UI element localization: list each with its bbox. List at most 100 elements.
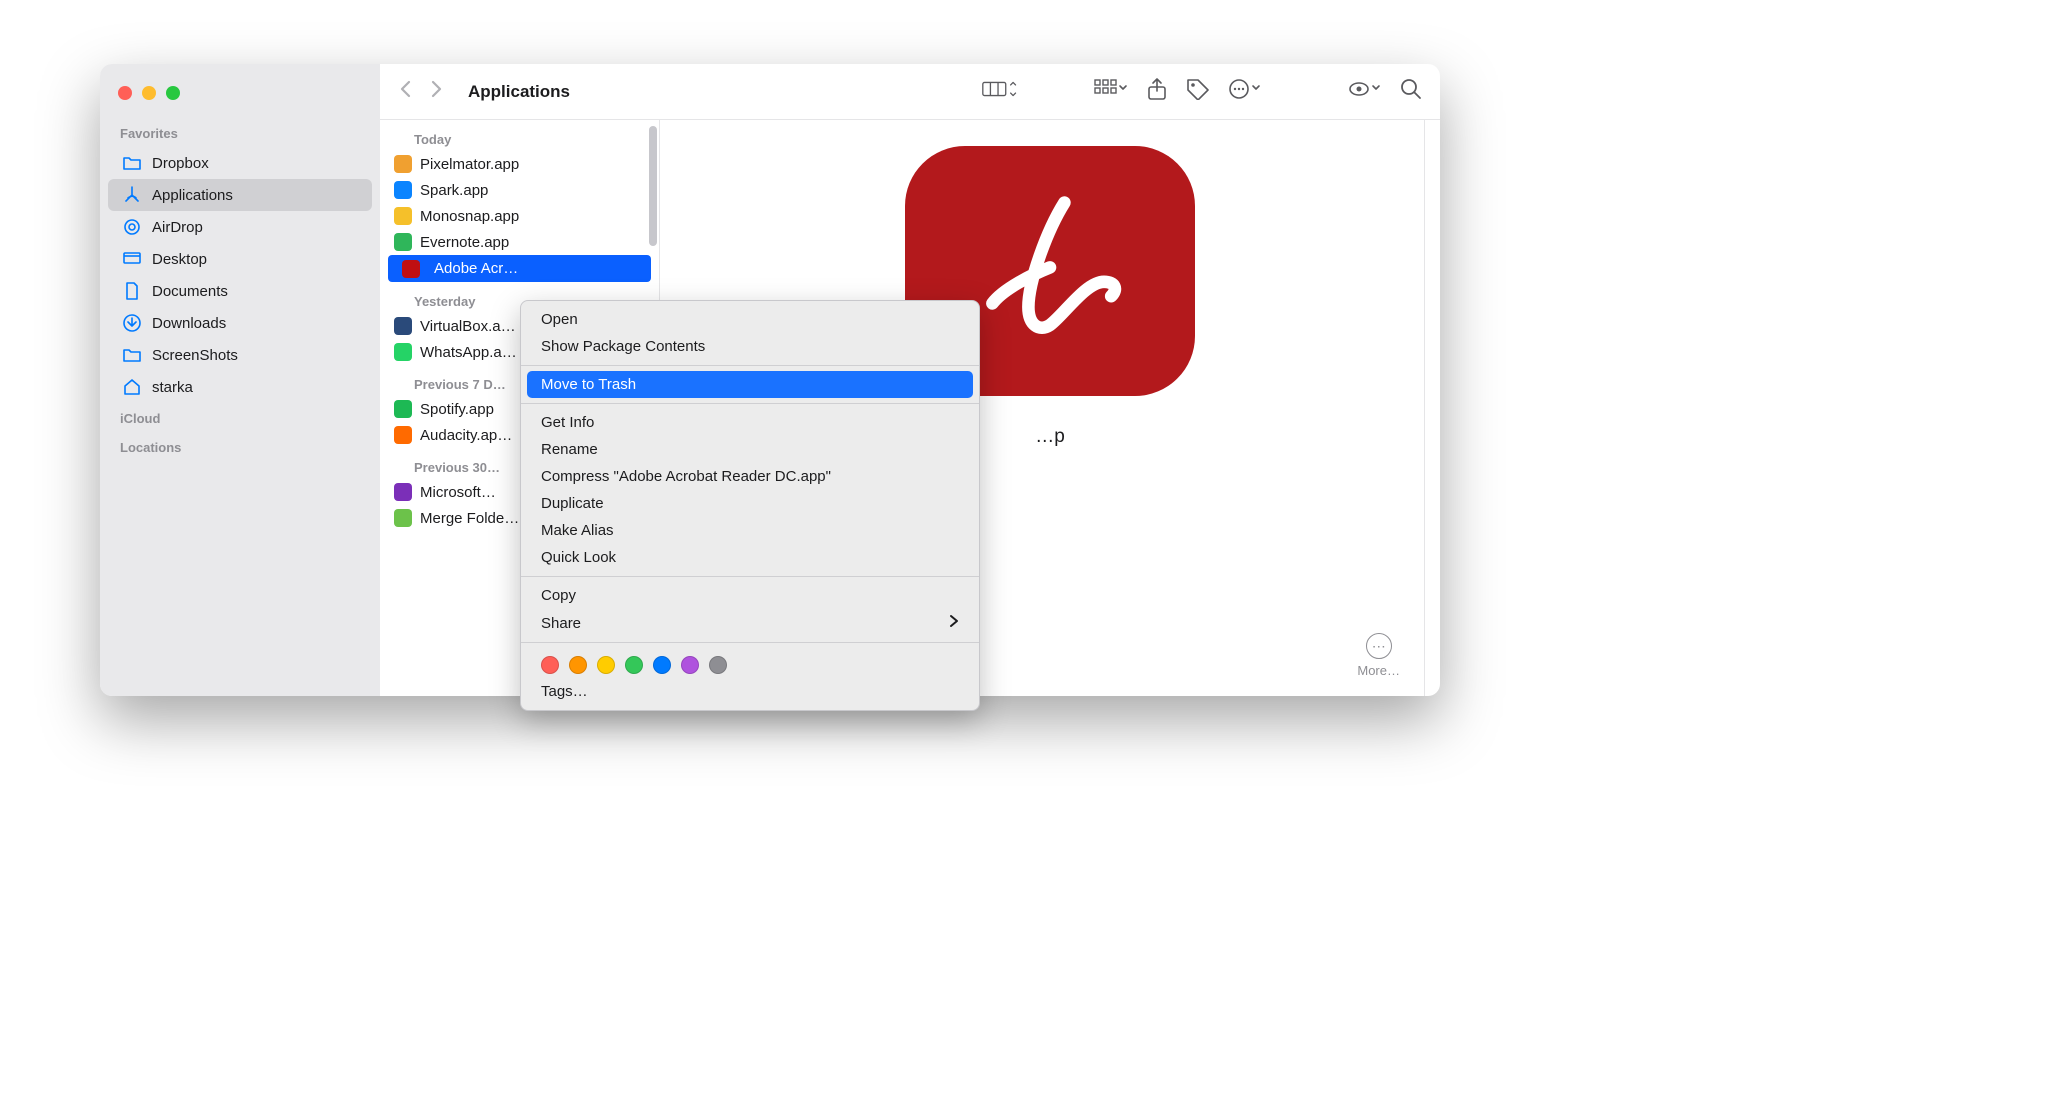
window-controls	[100, 76, 380, 118]
menu-item-label: Move to Trash	[541, 376, 636, 393]
file-item[interactable]: Spark.app	[380, 177, 659, 203]
menu-item-show-package-contents[interactable]: Show Package Contents	[521, 333, 979, 360]
app-icon	[394, 426, 412, 444]
file-name: Spotify.app	[420, 401, 494, 418]
menu-item-share[interactable]: Share	[521, 609, 979, 637]
menu-item-get-info[interactable]: Get Info	[521, 409, 979, 436]
file-item[interactable]: Adobe Acr…	[388, 255, 651, 282]
actions-icon[interactable]	[1228, 78, 1262, 105]
file-item[interactable]: Monosnap.app	[380, 203, 659, 229]
app-icon	[394, 155, 412, 173]
more-button[interactable]: ⋯ More…	[1357, 633, 1400, 678]
app-icon	[394, 181, 412, 199]
menu-item-label: Duplicate	[541, 495, 604, 512]
chevron-right-icon	[949, 614, 959, 632]
menu-item-compress-adobe-acrobat-reader-dc-app[interactable]: Compress "Adobe Acrobat Reader DC.app"	[521, 463, 979, 490]
tag-color[interactable]	[541, 656, 559, 674]
file-item[interactable]: Evernote.app	[380, 229, 659, 255]
menu-item-copy[interactable]: Copy	[521, 582, 979, 609]
app-icon	[402, 260, 420, 278]
menu-item-duplicate[interactable]: Duplicate	[521, 490, 979, 517]
file-name: WhatsApp.a…	[420, 344, 517, 361]
context-menu: Open Show Package Contents Move to Trash Ge…	[520, 300, 980, 711]
menu-item-label: Make Alias	[541, 522, 614, 539]
menu-item-quick-look[interactable]: Quick Look	[521, 544, 979, 571]
menu-separator	[521, 576, 979, 577]
desktop-icon	[122, 249, 142, 269]
file-group-label: Today	[380, 120, 659, 151]
file-name: Adobe Acr…	[428, 259, 524, 278]
menu-item-rename[interactable]: Rename	[521, 436, 979, 463]
menu-item-tags[interactable]: Tags…	[521, 678, 979, 705]
scrollbar-thumb[interactable]	[649, 126, 657, 246]
home-icon	[122, 377, 142, 397]
toolbar: Applications	[380, 64, 1440, 120]
sidebar-item-downloads[interactable]: Downloads	[108, 307, 372, 339]
file-item[interactable]: Pixelmator.app	[380, 151, 659, 177]
file-name: Spark.app	[420, 182, 488, 199]
menu-item-label: Compress "Adobe Acrobat Reader DC.app"	[541, 468, 831, 485]
menu-item-open[interactable]: Open	[521, 306, 979, 333]
menu-item-make-alias[interactable]: Make Alias	[521, 517, 979, 544]
group-icon[interactable]	[1094, 78, 1128, 105]
sidebar-item-documents[interactable]: Documents	[108, 275, 372, 307]
preview-scrollbar[interactable]	[1424, 120, 1440, 696]
menu-item-label: Get Info	[541, 414, 594, 431]
app-icon	[394, 343, 412, 361]
menu-separator	[521, 642, 979, 643]
file-name: Microsoft…	[420, 484, 496, 501]
view-columns-icon[interactable]	[982, 78, 1018, 105]
sidebar-item-airdrop[interactable]: AirDrop	[108, 211, 372, 243]
menu-item-label: Show Package Contents	[541, 338, 705, 355]
document-icon	[122, 281, 142, 301]
app-icon	[394, 207, 412, 225]
sidebar-item-applications[interactable]: Applications	[108, 179, 372, 211]
file-name: Evernote.app	[420, 234, 509, 251]
tag-icon[interactable]	[1186, 78, 1210, 105]
preview-toggle-icon[interactable]	[1348, 78, 1382, 105]
app-icon	[394, 509, 412, 527]
forward-button[interactable]	[430, 80, 444, 104]
tag-color[interactable]	[597, 656, 615, 674]
minimize-button[interactable]	[142, 86, 156, 100]
menu-item-label: Open	[541, 311, 578, 328]
tag-color[interactable]	[709, 656, 727, 674]
sidebar-item-label: ScreenShots	[152, 347, 238, 364]
back-button[interactable]	[398, 80, 412, 104]
sidebar-item-label: Dropbox	[152, 155, 209, 172]
share-icon[interactable]	[1146, 77, 1168, 106]
sidebar-item-label: Downloads	[152, 315, 226, 332]
menu-item-move-to-trash[interactable]: Move to Trash	[527, 371, 973, 398]
sidebar-item-label: Documents	[152, 283, 228, 300]
sidebar-item-label: Applications	[152, 187, 233, 204]
folder-icon	[122, 153, 142, 173]
tag-color[interactable]	[625, 656, 643, 674]
sidebar-item-dropbox[interactable]: Dropbox	[108, 147, 372, 179]
app-icon	[394, 400, 412, 418]
sidebar-item-desktop[interactable]: Desktop	[108, 243, 372, 275]
search-icon[interactable]	[1400, 78, 1422, 105]
sidebar-section-label: Locations	[100, 432, 380, 461]
apps-icon	[122, 185, 142, 205]
zoom-button[interactable]	[166, 86, 180, 100]
sidebar-item-screenshots[interactable]: ScreenShots	[108, 339, 372, 371]
sidebar-section-label: Favorites	[100, 118, 380, 147]
tag-color[interactable]	[681, 656, 699, 674]
sidebar-item-label: Desktop	[152, 251, 207, 268]
sidebar-item-starka[interactable]: starka	[108, 371, 372, 403]
sidebar-item-label: AirDrop	[152, 219, 203, 236]
menu-item-label: Quick Look	[541, 549, 616, 566]
file-name: Pixelmator.app	[420, 156, 519, 173]
menu-item-label: Rename	[541, 441, 598, 458]
tag-color[interactable]	[653, 656, 671, 674]
ellipsis-icon: ⋯	[1366, 633, 1392, 659]
folder-icon	[122, 345, 142, 365]
preview-filename: …p	[1035, 426, 1065, 448]
airdrop-icon	[122, 217, 142, 237]
close-button[interactable]	[118, 86, 132, 100]
more-label: More…	[1357, 663, 1400, 678]
menu-separator	[521, 403, 979, 404]
file-name: Monosnap.app	[420, 208, 519, 225]
tag-color[interactable]	[569, 656, 587, 674]
menu-item-label: Copy	[541, 587, 576, 604]
